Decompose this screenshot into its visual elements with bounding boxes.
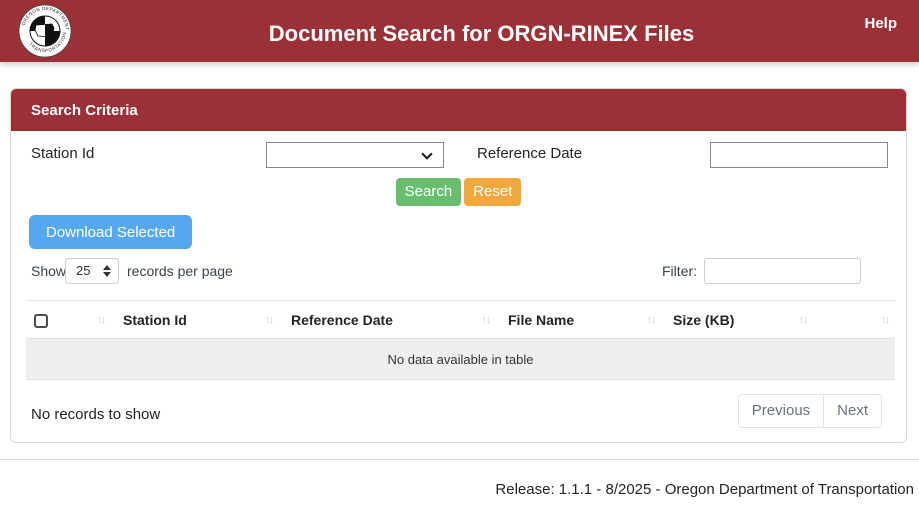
filter-label: Filter: (662, 263, 697, 279)
page-size-value: 25 (76, 263, 91, 278)
column-label: Size (KB) (673, 311, 735, 328)
next-page-button[interactable]: Next (824, 394, 882, 428)
empty-table-row: No data available in table (26, 338, 895, 380)
sort-icon[interactable]: ↑↓ (265, 314, 274, 326)
station-id-label: Station Id (31, 145, 95, 162)
app-header: OREGON DEPARTMENT OF TRANSPORTATION Docu… (0, 0, 919, 62)
sort-icon[interactable]: ↑↓ (97, 314, 106, 326)
column-header-station-id[interactable]: Station Id ↑↓ (111, 300, 279, 339)
column-label: Reference Date (291, 311, 393, 328)
reset-button[interactable]: Reset (464, 178, 522, 206)
records-per-page-label: records per page (127, 263, 233, 279)
records-summary: No records to show (31, 406, 161, 423)
reference-date-label: Reference Date (477, 145, 583, 162)
search-button[interactable]: Search (395, 178, 462, 206)
column-header-actions[interactable]: ↑↓ (813, 300, 895, 339)
search-card: Search Criteria Station Id Reference Dat… (10, 88, 907, 443)
empty-table-message: No data available in table (26, 338, 895, 380)
table-header-row: ↑↓ Station Id ↑↓ Reference Date ↑↓ File … (26, 300, 895, 339)
column-label: File Name (508, 311, 575, 328)
download-selected-button[interactable]: Download Selected (29, 215, 193, 249)
chevron-down-icon (421, 148, 433, 160)
page-title: Document Search for ORGN-RINEX Files (268, 21, 695, 46)
footer-divider (0, 459, 919, 460)
reference-date-input[interactable] (710, 142, 888, 168)
column-header-file-name[interactable]: File Name ↑↓ (496, 300, 661, 339)
select-all-checkbox[interactable] (34, 313, 48, 328)
sort-icon[interactable]: ↑↓ (647, 314, 656, 326)
search-criteria-header: Search Criteria (11, 89, 906, 131)
station-id-select[interactable] (266, 142, 444, 168)
results-table: ↑↓ Station Id ↑↓ Reference Date ↑↓ File … (26, 300, 895, 380)
column-label: Station Id (123, 311, 187, 328)
column-header-size-kb[interactable]: Size (KB) ↑↓ (661, 300, 813, 339)
odot-seal-logo: OREGON DEPARTMENT OF TRANSPORTATION (16, 0, 72, 58)
show-label: Show (31, 263, 67, 279)
search-criteria-title: Search Criteria (31, 101, 138, 119)
column-header-select-all[interactable]: ↑↓ (26, 300, 111, 339)
odot-seal-icon: OREGON DEPARTMENT OF TRANSPORTATION (16, 0, 72, 58)
search-buttons-row: Search Reset (11, 178, 906, 206)
spinner-arrows-icon (103, 265, 111, 277)
column-header-reference-date[interactable]: Reference Date ↑↓ (279, 300, 496, 339)
help-link[interactable]: Help (864, 15, 897, 32)
sort-icon[interactable]: ↑↓ (482, 314, 491, 326)
filter-input[interactable] (704, 258, 861, 284)
sort-icon[interactable]: ↑↓ (881, 314, 890, 326)
sort-icon[interactable]: ↑↓ (799, 314, 808, 326)
page-size-select[interactable]: 25 (65, 258, 119, 284)
previous-page-button[interactable]: Previous (737, 394, 825, 428)
footer-release-text: Release: 1.1.1 - 8/2025 - Oregon Departm… (495, 481, 914, 498)
pagination: Previous Next (737, 394, 882, 428)
